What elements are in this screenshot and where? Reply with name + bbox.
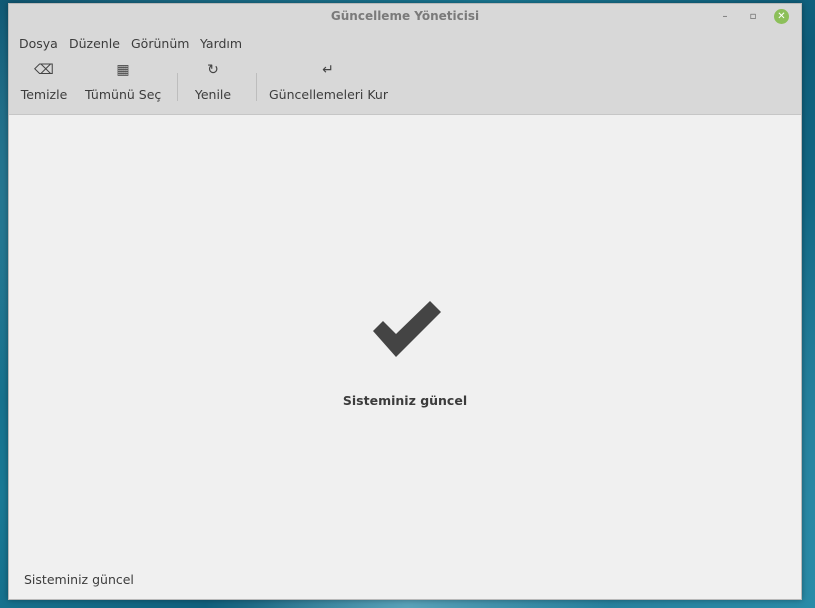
install-updates-button[interactable]: ↵ Güncellemeleri Kur (269, 56, 388, 112)
window-title: Güncelleme Yöneticisi (330, 9, 480, 23)
select-all-button-label: Tümünü Seç (85, 87, 162, 102)
menu-bar: Dosya Düzenle Görünüm Yardım (9, 30, 801, 56)
install-updates-button-label: Güncellemeleri Kur (269, 87, 388, 102)
main-content: Sisteminiz güncel (9, 115, 801, 567)
refresh-icon: ↻ (207, 62, 219, 78)
status-message: Sisteminiz güncel (342, 393, 468, 408)
enter-icon: ↵ (322, 62, 334, 78)
minimize-button[interactable]: – (717, 9, 733, 25)
menu-view[interactable]: Görünüm (131, 36, 189, 51)
backspace-icon: ⌫ (34, 62, 54, 78)
refresh-button[interactable]: ↻ Yenile (191, 56, 235, 112)
maximize-button[interactable]: ▫ (745, 9, 761, 25)
clear-button[interactable]: ⌫ Temizle (19, 56, 69, 112)
menu-edit[interactable]: Düzenle (69, 36, 120, 51)
toolbar-separator (177, 73, 178, 101)
toolbar: ⌫ Temizle ▦ Tümünü Seç ↻ Yenile ↵ Güncel… (9, 56, 801, 115)
toolbar-separator (256, 73, 257, 101)
refresh-button-label: Yenile (194, 87, 232, 102)
checkmark-icon (373, 301, 441, 357)
title-bar[interactable]: Güncelleme Yöneticisi – ▫ ✕ (9, 4, 801, 30)
status-bar: Sisteminiz güncel (9, 567, 801, 599)
menu-file[interactable]: Dosya (19, 36, 58, 51)
update-manager-window: Güncelleme Yöneticisi – ▫ ✕ Dosya Düzenl… (8, 3, 802, 600)
clear-button-label: Temizle (20, 87, 68, 102)
select-all-icon: ▦ (116, 62, 130, 78)
close-button[interactable]: ✕ (774, 9, 789, 24)
menu-help[interactable]: Yardım (200, 36, 242, 51)
select-all-button[interactable]: ▦ Tümünü Seç (85, 56, 161, 112)
status-bar-text: Sisteminiz güncel (24, 572, 134, 587)
